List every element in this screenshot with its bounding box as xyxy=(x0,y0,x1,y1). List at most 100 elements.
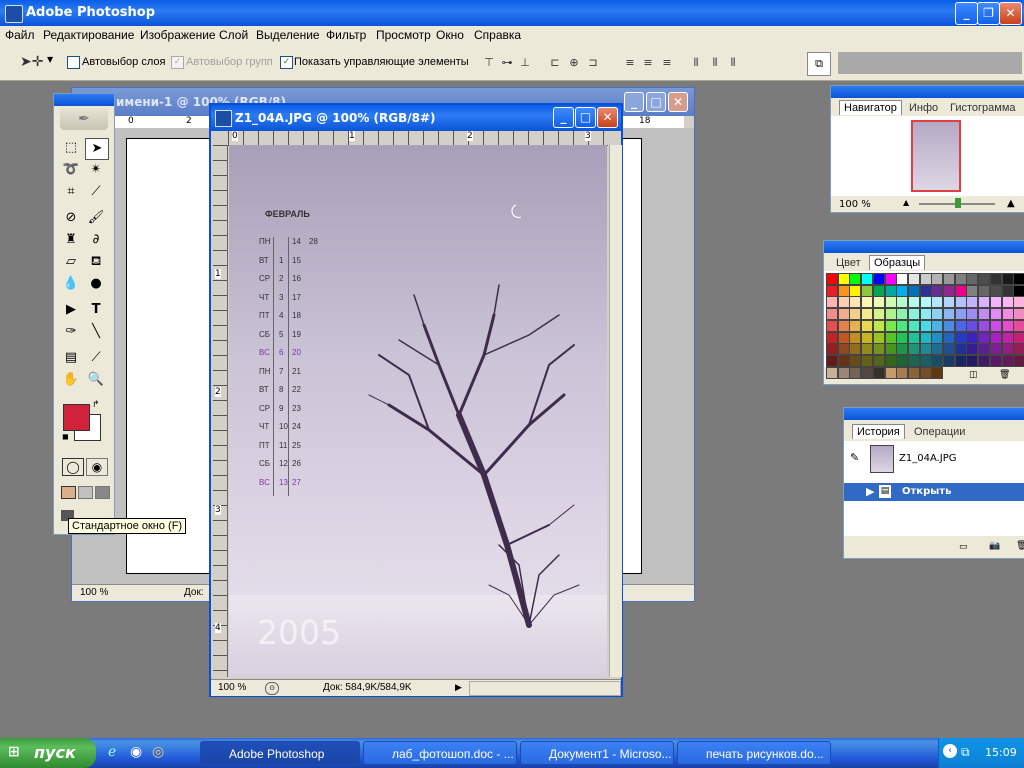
color-swatch[interactable] xyxy=(1013,296,1024,309)
tab-color[interactable]: Цвет xyxy=(832,256,865,270)
color-swatch[interactable] xyxy=(943,284,955,297)
color-swatch[interactable] xyxy=(966,296,979,309)
color-swatch[interactable] xyxy=(826,273,838,285)
menu-view[interactable]: Просмотр xyxy=(376,28,431,42)
back-doc-zoom[interactable]: 100 % xyxy=(80,587,108,598)
lasso-tool-icon[interactable]: ➰ xyxy=(60,160,82,180)
swatches-title-bar[interactable] xyxy=(824,241,1024,253)
color-swatch[interactable] xyxy=(1013,319,1024,332)
color-swatch[interactable] xyxy=(837,308,850,321)
snapshot-label[interactable]: Z1_04A.JPG xyxy=(899,453,957,464)
restore-button[interactable]: ❐ xyxy=(977,2,1000,25)
color-swatch[interactable] xyxy=(896,308,909,321)
doc-zoom-field[interactable]: 100 % xyxy=(218,682,246,693)
back-doc-close-button[interactable]: ✕ xyxy=(668,92,688,112)
color-swatch[interactable] xyxy=(1013,354,1024,367)
color-swatch[interactable] xyxy=(989,331,1002,344)
color-swatch[interactable] xyxy=(884,331,897,344)
healing-brush-tool-icon[interactable]: ⊘ xyxy=(60,208,82,228)
color-swatch[interactable] xyxy=(931,331,944,344)
color-swatch[interactable] xyxy=(826,331,838,344)
document-window[interactable]: Z1_04A.JPG @ 100% (RGB/8#) _ □ ✕ 0 1 2 3… xyxy=(209,103,623,697)
marquee-tool-icon[interactable]: ⬚ xyxy=(60,138,82,158)
color-swatch[interactable] xyxy=(837,284,850,297)
chevron-down-icon[interactable]: ▼ xyxy=(47,55,53,64)
color-swatch[interactable] xyxy=(943,273,955,285)
color-swatch[interactable] xyxy=(837,273,850,285)
color-swatch[interactable] xyxy=(943,354,955,367)
color-swatch[interactable] xyxy=(954,308,967,321)
tab-actions[interactable]: Операции xyxy=(910,425,969,439)
color-swatch[interactable] xyxy=(954,273,967,285)
auto-select-layer-checkbox[interactable] xyxy=(67,56,80,69)
distribute-vcenter-icon[interactable]: ≡ xyxy=(640,55,656,71)
color-swatch[interactable] xyxy=(919,284,932,297)
align-left-icon[interactable]: ⊏ xyxy=(547,55,563,71)
taskbar-item-photoshop[interactable]: Adobe Photoshop xyxy=(200,741,360,765)
color-swatch[interactable] xyxy=(1013,331,1024,344)
distribute-hcenter-icon[interactable]: ⫴ xyxy=(707,55,723,71)
color-swatch[interactable] xyxy=(872,296,885,309)
align-right-icon[interactable]: ⊐ xyxy=(585,55,601,71)
color-swatch[interactable] xyxy=(954,331,967,344)
color-swatch[interactable] xyxy=(837,331,850,344)
color-swatch[interactable] xyxy=(884,366,897,379)
taskbar-item-lab-doc[interactable]: лаб_фотошоп.doc - ... xyxy=(363,741,517,765)
color-swatch[interactable] xyxy=(954,296,967,309)
color-swatch[interactable] xyxy=(943,319,955,332)
color-swatch[interactable] xyxy=(919,366,932,379)
color-swatch[interactable] xyxy=(943,308,955,321)
distribute-top-icon[interactable]: ≡ xyxy=(622,55,638,71)
color-swatch[interactable] xyxy=(1001,354,1014,367)
color-swatch[interactable] xyxy=(931,343,944,356)
color-swatch[interactable] xyxy=(954,343,967,356)
color-swatch[interactable] xyxy=(896,354,909,367)
doc-maximize-button[interactable]: □ xyxy=(575,107,596,128)
color-swatch[interactable] xyxy=(907,296,920,309)
back-doc-maximize-button[interactable]: □ xyxy=(646,92,666,112)
menu-layer[interactable]: Слой xyxy=(219,28,248,42)
color-swatch[interactable] xyxy=(884,296,897,309)
color-swatch[interactable] xyxy=(989,319,1002,332)
notes-tool-icon[interactable]: ▤ xyxy=(60,348,82,368)
color-swatch[interactable] xyxy=(989,296,1002,309)
color-swatch[interactable] xyxy=(861,296,874,309)
color-swatch[interactable] xyxy=(837,354,850,367)
color-swatch[interactable] xyxy=(872,343,885,356)
taskbar-item-document1[interactable]: Документ1 - Microso... xyxy=(520,741,674,765)
horizontal-scrollbar[interactable] xyxy=(469,681,621,696)
align-bottom-icon[interactable]: ⊥ xyxy=(517,55,533,71)
history-state-row[interactable]: ▶ ▤ Открыть xyxy=(844,483,1024,501)
tab-swatches[interactable]: Образцы xyxy=(869,255,926,270)
menu-select[interactable]: Выделение xyxy=(256,28,320,42)
color-swatch[interactable] xyxy=(907,308,920,321)
delete-swatch-icon[interactable]: 🗑 xyxy=(999,370,1010,380)
color-swatch[interactable] xyxy=(826,343,838,356)
color-swatch[interactable] xyxy=(872,366,885,379)
color-swatch[interactable] xyxy=(907,366,920,379)
color-swatch[interactable] xyxy=(849,273,862,285)
color-swatch[interactable] xyxy=(989,354,1002,367)
color-swatch[interactable] xyxy=(966,273,979,285)
path-selection-tool-icon[interactable]: ▶ xyxy=(60,300,82,320)
new-swatch-icon[interactable]: ◫ xyxy=(969,370,978,380)
color-swatch[interactable] xyxy=(978,354,991,367)
color-swatch[interactable] xyxy=(872,273,885,285)
color-swatch[interactable] xyxy=(919,354,932,367)
back-doc-minimize-button[interactable]: _ xyxy=(624,92,644,112)
vertical-scrollbar[interactable] xyxy=(609,145,622,677)
fullscreen-mode-icon[interactable] xyxy=(95,486,110,499)
align-hcenter-icon[interactable]: ⊕ xyxy=(566,55,582,71)
distribute-bottom-icon[interactable]: ≡ xyxy=(659,55,675,71)
swatch-grid[interactable] xyxy=(824,271,1024,379)
color-swatch[interactable] xyxy=(954,284,967,297)
navigator-thumbnail[interactable] xyxy=(911,120,961,192)
feather-icon[interactable]: ✒ xyxy=(60,108,108,130)
status-arrow-icon[interactable]: ▶ xyxy=(455,682,462,693)
color-swatch[interactable] xyxy=(966,343,979,356)
pen-tool-icon[interactable]: ✑ xyxy=(60,322,82,342)
magic-wand-tool-icon[interactable]: ✴ xyxy=(85,160,107,180)
quicklaunch-icon-3[interactable]: ◎ xyxy=(152,744,164,760)
color-swatch[interactable] xyxy=(931,354,944,367)
color-swatch[interactable] xyxy=(1001,273,1014,285)
